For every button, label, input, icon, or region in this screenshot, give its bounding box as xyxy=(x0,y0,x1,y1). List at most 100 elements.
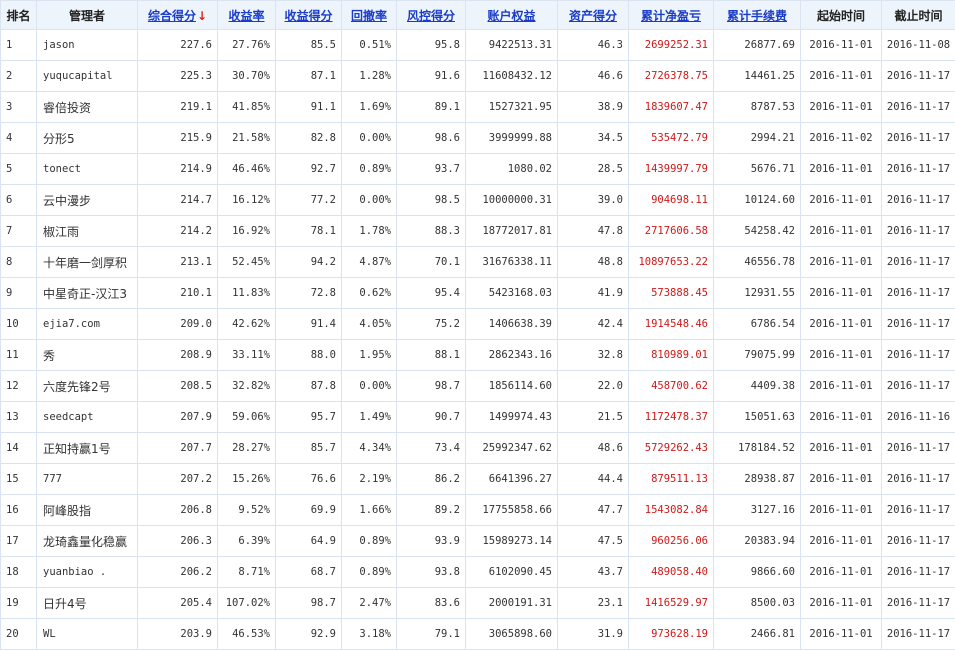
table-row: 11秀208.933.11%88.01.95%88.12862343.1632.… xyxy=(1,340,955,371)
cell-drawdown: 4.05% xyxy=(342,309,397,340)
cell-fees: 79075.99 xyxy=(714,340,801,371)
cell-risk-score: 93.9 xyxy=(397,526,466,557)
cell-end-date: 2016-11-17 xyxy=(882,123,955,154)
cell-start-date: 2016-11-01 xyxy=(801,464,882,495)
header-drawdown-sort[interactable]: 回撤率 xyxy=(342,1,397,30)
cell-equity: 11608432.12 xyxy=(466,61,558,92)
cell-return-score: 87.8 xyxy=(276,371,342,402)
cell-manager: 正知持赢1号 xyxy=(37,433,138,464)
header-rank: 排名 xyxy=(1,1,37,30)
cell-fees: 8500.03 xyxy=(714,588,801,619)
cell-equity: 1406638.39 xyxy=(466,309,558,340)
cell-drawdown: 0.00% xyxy=(342,123,397,154)
cell-asset-score: 48.8 xyxy=(558,247,629,278)
cell-asset-score: 23.1 xyxy=(558,588,629,619)
cell-end-date: 2016-11-17 xyxy=(882,557,955,588)
cell-equity: 25992347.62 xyxy=(466,433,558,464)
cell-return-score: 76.6 xyxy=(276,464,342,495)
cell-equity: 1499974.43 xyxy=(466,402,558,433)
cell-equity: 15989273.14 xyxy=(466,526,558,557)
cell-return-score: 91.4 xyxy=(276,309,342,340)
cell-start-date: 2016-11-01 xyxy=(801,371,882,402)
cell-risk-score: 86.2 xyxy=(397,464,466,495)
cell-return-rate: 16.12% xyxy=(218,185,276,216)
cell-return-rate: 46.53% xyxy=(218,619,276,650)
cell-composite-score: 227.6 xyxy=(138,30,218,61)
cell-end-date: 2016-11-16 xyxy=(882,402,955,433)
header-equity-sort[interactable]: 账户权益 xyxy=(466,1,558,30)
cell-risk-score: 95.4 xyxy=(397,278,466,309)
cell-composite-score: 210.1 xyxy=(138,278,218,309)
header-return-rate-sort[interactable]: 收益率 xyxy=(218,1,276,30)
table-row: 17龙琦鑫量化稳赢206.36.39%64.90.89%93.915989273… xyxy=(1,526,955,557)
cell-rank: 4 xyxy=(1,123,37,154)
cell-net-pnl: 535472.79 xyxy=(629,123,714,154)
cell-start-date: 2016-11-01 xyxy=(801,216,882,247)
cell-equity: 18772017.81 xyxy=(466,216,558,247)
cell-return-rate: 33.11% xyxy=(218,340,276,371)
cell-return-rate: 11.83% xyxy=(218,278,276,309)
cell-start-date: 2016-11-01 xyxy=(801,619,882,650)
cell-fees: 178184.52 xyxy=(714,433,801,464)
cell-fees: 26877.69 xyxy=(714,30,801,61)
cell-return-rate: 42.62% xyxy=(218,309,276,340)
cell-manager: jason xyxy=(37,30,138,61)
cell-end-date: 2016-11-17 xyxy=(882,92,955,123)
cell-asset-score: 31.9 xyxy=(558,619,629,650)
table-row: 13seedcapt207.959.06%95.71.49%90.7149997… xyxy=(1,402,955,433)
cell-drawdown: 0.51% xyxy=(342,30,397,61)
cell-composite-score: 208.5 xyxy=(138,371,218,402)
header-risk-score-sort[interactable]: 风控得分 xyxy=(397,1,466,30)
cell-return-rate: 16.92% xyxy=(218,216,276,247)
cell-start-date: 2016-11-01 xyxy=(801,588,882,619)
cell-fees: 5676.71 xyxy=(714,154,801,185)
table-row: 4分形5215.921.58%82.80.00%98.63999999.8834… xyxy=(1,123,955,154)
cell-net-pnl: 1839607.47 xyxy=(629,92,714,123)
cell-risk-score: 98.6 xyxy=(397,123,466,154)
table-row: 9中星奇正-汉江3210.111.83%72.80.62%95.45423168… xyxy=(1,278,955,309)
cell-rank: 15 xyxy=(1,464,37,495)
header-net-pnl-sort[interactable]: 累计净盈亏 xyxy=(629,1,714,30)
table-row: 15777207.215.26%76.62.19%86.26641396.274… xyxy=(1,464,955,495)
cell-start-date: 2016-11-01 xyxy=(801,185,882,216)
cell-return-score: 72.8 xyxy=(276,278,342,309)
header-composite-score-sort[interactable]: 综合得分↓ xyxy=(138,1,218,30)
cell-fees: 54258.42 xyxy=(714,216,801,247)
cell-net-pnl: 1172478.37 xyxy=(629,402,714,433)
cell-return-score: 92.7 xyxy=(276,154,342,185)
header-return-score-sort[interactable]: 收益得分 xyxy=(276,1,342,30)
cell-start-date: 2016-11-01 xyxy=(801,247,882,278)
cell-return-rate: 8.71% xyxy=(218,557,276,588)
cell-risk-score: 91.6 xyxy=(397,61,466,92)
cell-net-pnl: 810989.01 xyxy=(629,340,714,371)
cell-return-rate: 28.27% xyxy=(218,433,276,464)
cell-rank: 14 xyxy=(1,433,37,464)
cell-return-score: 85.5 xyxy=(276,30,342,61)
cell-asset-score: 39.0 xyxy=(558,185,629,216)
cell-manager: 龙琦鑫量化稳赢 xyxy=(37,526,138,557)
cell-net-pnl: 960256.06 xyxy=(629,526,714,557)
cell-asset-score: 28.5 xyxy=(558,154,629,185)
cell-composite-score: 225.3 xyxy=(138,61,218,92)
cell-asset-score: 43.7 xyxy=(558,557,629,588)
cell-fees: 6786.54 xyxy=(714,309,801,340)
table-row: 6云中漫步214.716.12%77.20.00%98.510000000.31… xyxy=(1,185,955,216)
cell-equity: 2000191.31 xyxy=(466,588,558,619)
cell-rank: 1 xyxy=(1,30,37,61)
header-asset-score-sort[interactable]: 资产得分 xyxy=(558,1,629,30)
cell-fees: 3127.16 xyxy=(714,495,801,526)
cell-rank: 12 xyxy=(1,371,37,402)
cell-rank: 18 xyxy=(1,557,37,588)
cell-equity: 6102090.45 xyxy=(466,557,558,588)
header-fees-sort[interactable]: 累计手续费 xyxy=(714,1,801,30)
table-row: 5tonect214.946.46%92.70.89%93.71080.0228… xyxy=(1,154,955,185)
cell-return-rate: 9.52% xyxy=(218,495,276,526)
cell-composite-score: 207.7 xyxy=(138,433,218,464)
table-row: 10ejia7.com209.042.62%91.44.05%75.214066… xyxy=(1,309,955,340)
cell-fees: 12931.55 xyxy=(714,278,801,309)
cell-drawdown: 3.18% xyxy=(342,619,397,650)
cell-risk-score: 95.8 xyxy=(397,30,466,61)
cell-drawdown: 1.95% xyxy=(342,340,397,371)
cell-composite-score: 206.8 xyxy=(138,495,218,526)
cell-rank: 17 xyxy=(1,526,37,557)
